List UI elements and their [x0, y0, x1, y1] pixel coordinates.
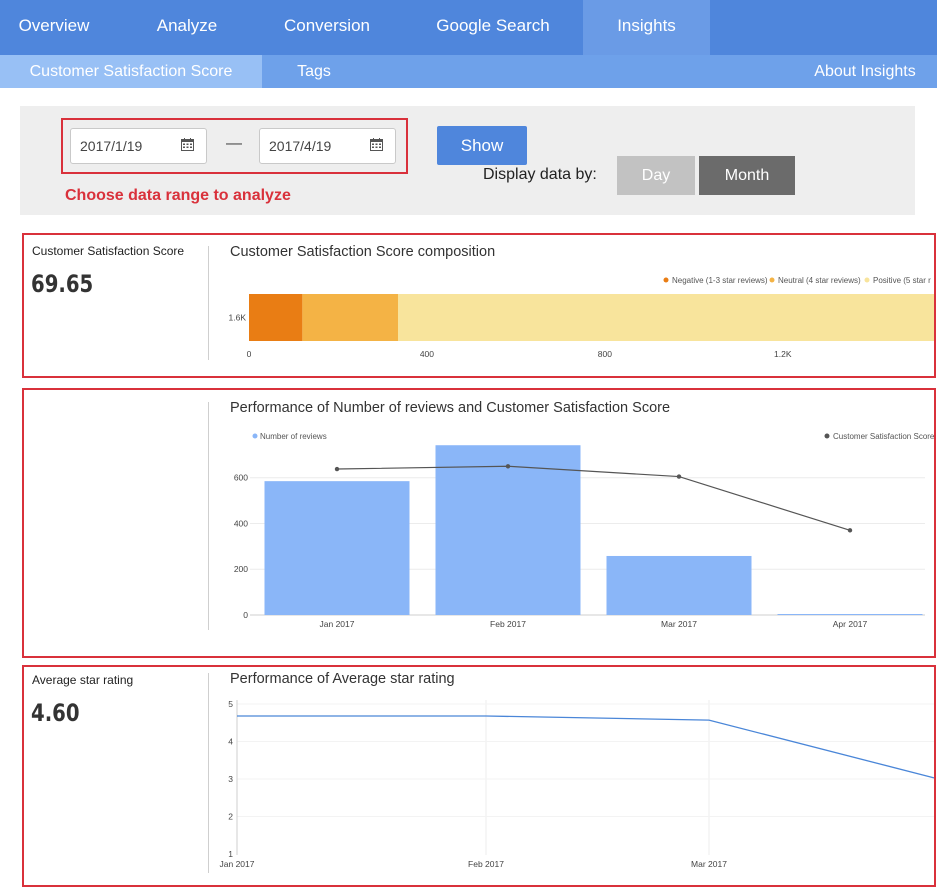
rating-x-tick: Jan 2017 [220, 859, 255, 869]
rating-y-tick: 3 [228, 774, 233, 784]
rating-chart: 1 2 3 4 5 Jan 2017 Feb 2017 Mar 2017 [220, 699, 935, 869]
rating-x-tick: Feb 2017 [468, 859, 504, 869]
rating-y-tick: 5 [228, 699, 233, 709]
rating-y-tick: 1 [228, 849, 233, 859]
rating-line [237, 715, 935, 779]
rating-x-tick: Mar 2017 [691, 859, 727, 869]
rating-y-tick: 4 [228, 737, 233, 747]
rating-y-tick: 2 [228, 812, 233, 822]
